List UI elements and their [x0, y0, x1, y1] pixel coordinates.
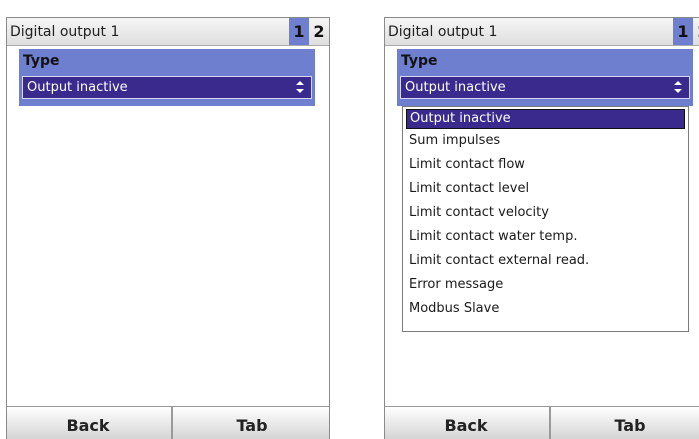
type-label: Type	[23, 53, 60, 69]
dropdown-option[interactable]: Limit contact water temp.	[406, 227, 685, 247]
device-screen-left: Digital output 1 1 2 Type Output inactiv…	[6, 17, 330, 439]
softkey-bar: Back Tab	[7, 406, 329, 439]
title-bar: Digital output 1 1 2	[385, 18, 699, 46]
type-select-value: Output inactive	[27, 80, 128, 95]
page-1-tab[interactable]: 1	[673, 18, 693, 45]
dropdown-option[interactable]: Output inactive	[406, 109, 685, 129]
dropdown-option[interactable]: Sum impulses	[406, 131, 685, 151]
page-2-tab[interactable]: 2	[309, 18, 329, 45]
title-bar: Digital output 1 1 2	[7, 18, 329, 46]
dropdown-option[interactable]: Limit contact flow	[406, 155, 685, 175]
dropdown-option[interactable]: Modbus Slave	[406, 299, 685, 319]
softkey-bar: Back Tab	[385, 406, 699, 439]
type-select-value: Output inactive	[405, 80, 506, 95]
back-button[interactable]: Back	[7, 407, 169, 439]
type-field-panel: Type Output inactive	[397, 49, 693, 106]
tab-button[interactable]: Tab	[551, 407, 699, 439]
up-down-chevron-icon	[296, 81, 304, 93]
page-indicator: 1 2	[289, 18, 329, 45]
device-screen-right: Digital output 1 1 2 Type Output inactiv…	[384, 17, 699, 439]
page-1-tab[interactable]: 1	[289, 18, 309, 45]
type-label: Type	[401, 53, 438, 69]
up-down-chevron-icon	[674, 81, 682, 93]
page-2-tab[interactable]: 2	[693, 18, 699, 45]
tab-button[interactable]: Tab	[173, 407, 329, 439]
type-field-panel: Type Output inactive	[19, 49, 315, 106]
page-title: Digital output 1	[388, 24, 498, 40]
page-indicator: 1 2	[673, 18, 699, 45]
type-dropdown-list: Output inactive Sum impulses Limit conta…	[402, 106, 689, 332]
dropdown-option[interactable]: Limit contact external read.	[406, 251, 685, 271]
dropdown-option[interactable]: Limit contact velocity	[406, 203, 685, 223]
back-button[interactable]: Back	[385, 407, 547, 439]
type-select[interactable]: Output inactive	[22, 76, 312, 99]
dropdown-option[interactable]: Limit contact level	[406, 179, 685, 199]
page-title: Digital output 1	[10, 24, 120, 40]
type-select[interactable]: Output inactive	[400, 76, 690, 99]
dropdown-option[interactable]: Error message	[406, 275, 685, 295]
